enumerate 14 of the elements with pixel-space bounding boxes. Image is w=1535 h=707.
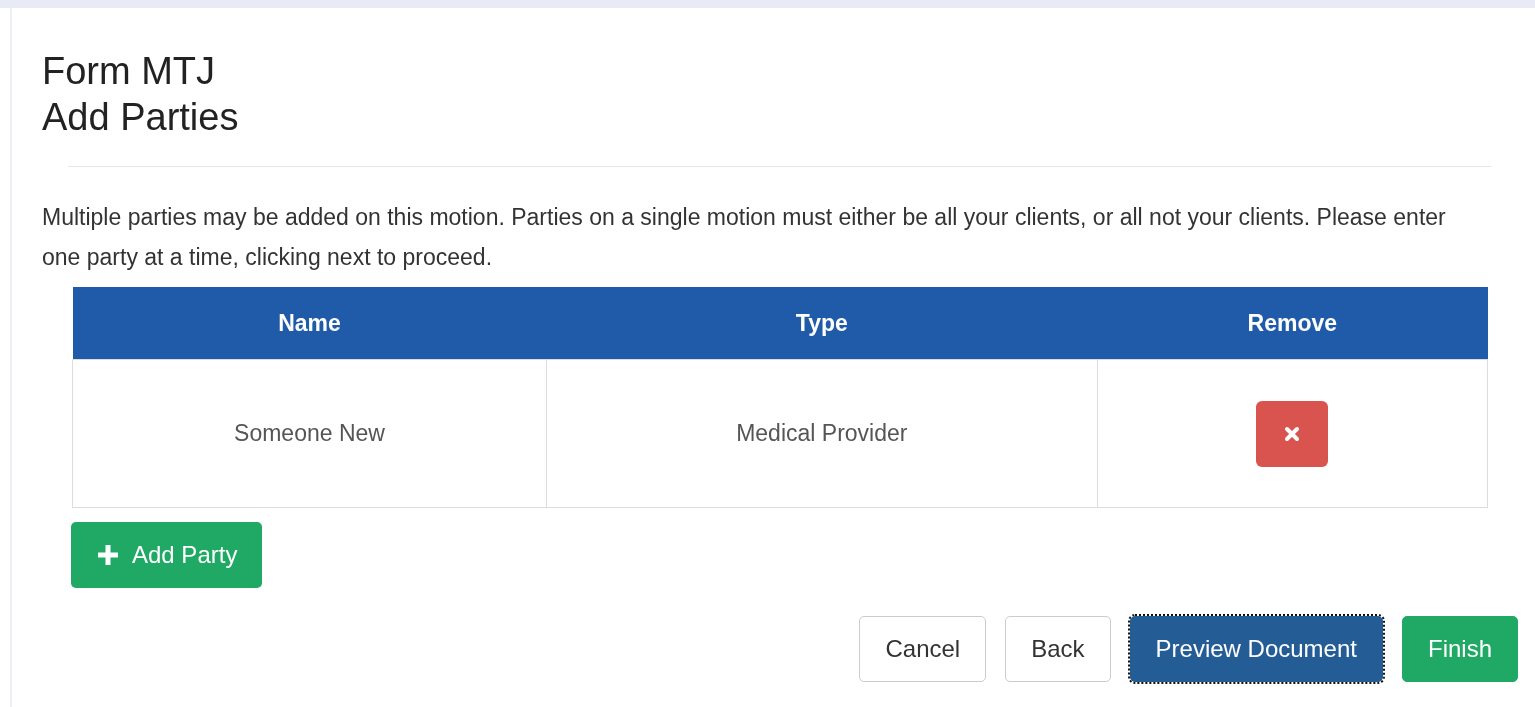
table-cell: Medical Provider — [546, 359, 1098, 508]
close-icon — [1284, 425, 1301, 442]
form-title: Form MTJ — [42, 49, 217, 94]
column-header: Remove — [1097, 287, 1488, 360]
page-heading: Add Parties — [42, 95, 240, 140]
column-header: Type — [546, 287, 1098, 360]
cancel-button[interactable]: Cancel — [859, 616, 987, 682]
remove-button[interactable] — [1256, 400, 1329, 467]
preview-button[interactable]: Preview Document — [1129, 616, 1383, 682]
back-button[interactable]: Back — [1005, 616, 1111, 682]
plus-icon — [96, 543, 120, 567]
column-header: Name — [72, 287, 547, 360]
instructions-text: Multiple parties may be added on this motion. Parties on a single motion must either be all your clients, or all not your clients. Please enter one party at a time, clicking next to proceed. — [42, 203, 1447, 272]
table-cell: Someone New — [72, 359, 547, 508]
